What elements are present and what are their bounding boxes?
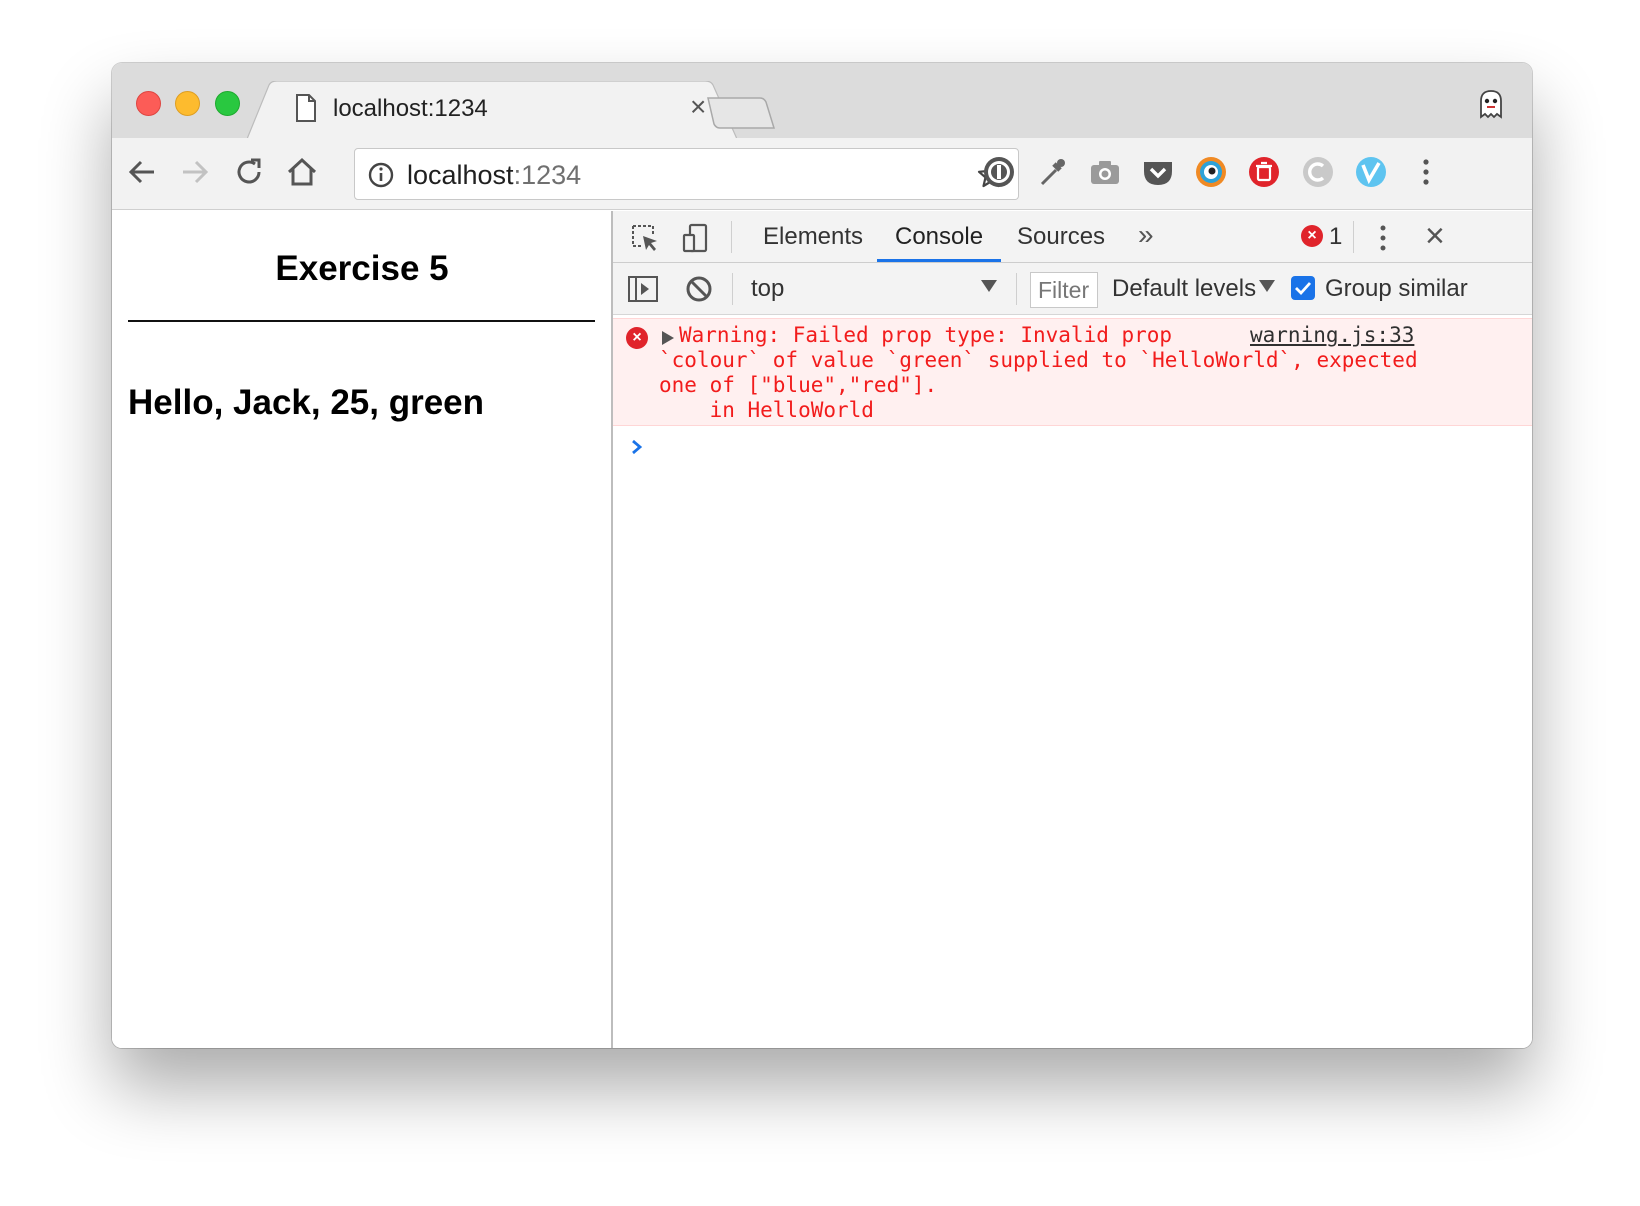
horizontal-rule — [128, 320, 595, 322]
check-icon — [1295, 282, 1312, 296]
tab-close-icon[interactable]: × — [690, 93, 706, 121]
source-link[interactable]: warning.js:33 — [1250, 323, 1414, 348]
active-tab-indicator — [877, 259, 1001, 262]
colorzilla-extension-icon[interactable] — [1193, 154, 1229, 190]
context-select[interactable]: top — [751, 275, 1001, 303]
dropdown-arrow-icon[interactable] — [980, 279, 998, 293]
log-levels-select[interactable]: Default levels — [1112, 275, 1256, 303]
back-icon[interactable] — [124, 154, 160, 190]
tab-title: localhost:1234 — [333, 95, 488, 122]
minimize-window-button[interactable] — [175, 91, 200, 116]
console-error-message[interactable]: × Warning: Failed prop type: Invalid pro… — [613, 318, 1532, 426]
close-window-button[interactable] — [136, 91, 161, 116]
more-tabs-icon[interactable]: » — [1138, 219, 1154, 251]
address-bar[interactable]: localhost:1234 — [354, 148, 1019, 200]
trash-extension-icon[interactable] — [1246, 154, 1282, 190]
content-area: Exercise 5 Hello, Jack, 25, green Elemen… — [112, 211, 1532, 1048]
new-tab-button[interactable] — [706, 96, 776, 130]
browser-toolbar: localhost:1234 — [112, 138, 1532, 210]
group-similar-label[interactable]: Group similar — [1325, 275, 1468, 303]
tab-elements[interactable]: Elements — [763, 223, 863, 251]
reload-icon[interactable] — [231, 154, 267, 190]
console-prompt-icon[interactable] — [628, 437, 646, 457]
ghost-icon[interactable] — [1475, 87, 1507, 119]
camera-extension-icon[interactable] — [1087, 154, 1123, 190]
pocket-extension-icon[interactable] — [1140, 154, 1176, 190]
web-page: Exercise 5 Hello, Jack, 25, green — [112, 211, 611, 1048]
close-devtools-icon[interactable]: × — [1425, 219, 1445, 253]
group-similar-checkbox[interactable] — [1291, 276, 1315, 300]
c-extension-icon[interactable] — [1300, 154, 1336, 190]
info-icon[interactable] — [367, 161, 395, 189]
separator — [732, 273, 733, 305]
separator — [731, 221, 732, 253]
menu-kebab-icon[interactable] — [1408, 154, 1444, 190]
sidebar-toggle-icon[interactable] — [627, 273, 659, 305]
maximize-window-button[interactable] — [215, 91, 240, 116]
filter-input[interactable]: Filter — [1030, 272, 1098, 308]
devtools-panel: Elements Console Sources » × 1 × top Fil… — [613, 211, 1532, 1048]
forward-icon[interactable] — [177, 154, 213, 190]
onepassword-extension-icon[interactable] — [981, 154, 1017, 190]
greeting-text: Hello, Jack, 25, green — [128, 383, 485, 422]
dropdown-arrow-icon[interactable] — [1258, 279, 1276, 293]
tab-console[interactable]: Console — [895, 223, 983, 251]
browser-tab[interactable] — [247, 81, 737, 139]
v-extension-icon[interactable] — [1353, 154, 1389, 190]
devtools-tab-bar: Elements Console Sources » × 1 × — [613, 211, 1532, 263]
devtools-menu-icon[interactable] — [1373, 221, 1393, 255]
browser-window: localhost:1234 × localhost:1234 Exercise… — [112, 63, 1532, 1048]
page-title: Exercise 5 — [275, 249, 449, 288]
page-icon — [296, 94, 316, 122]
clear-console-icon[interactable] — [683, 273, 715, 305]
device-toolbar-icon[interactable] — [679, 222, 711, 254]
separator — [1353, 221, 1354, 253]
url-text[interactable]: localhost:1234 — [407, 160, 581, 191]
tab-strip: localhost:1234 × — [112, 63, 1532, 139]
tab-sources[interactable]: Sources — [1017, 223, 1105, 251]
error-count-icon[interactable]: × — [1301, 225, 1323, 247]
home-icon[interactable] — [284, 154, 320, 190]
error-icon: × — [626, 327, 648, 349]
inspect-element-icon[interactable] — [629, 222, 661, 254]
separator — [1016, 273, 1017, 305]
console-output: × Warning: Failed prop type: Invalid pro… — [613, 315, 1532, 1048]
eyedropper-extension-icon[interactable] — [1034, 154, 1070, 190]
error-count[interactable]: 1 — [1329, 223, 1342, 251]
console-filter-bar: top Filter Default levels Group similar — [613, 263, 1532, 315]
